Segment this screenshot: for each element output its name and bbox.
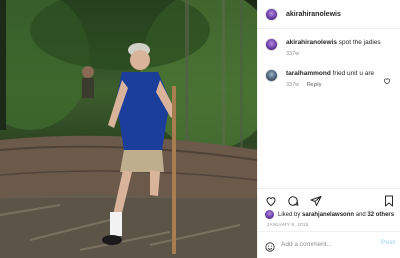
likes-summary: Liked by sarahjanelawsonn and 32 others (265, 210, 394, 219)
comment-2-text: fried unit u are (332, 70, 375, 77)
actions-divider (258, 188, 400, 189)
photo-illustration (0, 0, 257, 258)
add-comment-bar: Post (265, 238, 395, 252)
comment-divider (258, 231, 400, 232)
emoji-icon[interactable] (265, 239, 275, 252)
heart-icon[interactable] (265, 194, 277, 207)
post-header: akirahiranolewis (265, 7, 341, 22)
comment-2-username[interactable]: taralhammond (286, 70, 331, 77)
send-icon[interactable] (310, 194, 322, 206)
comment-1-avatar[interactable] (265, 38, 278, 51)
comment-1-text: spot the jadies (338, 39, 381, 46)
comment-2-like-heart-icon[interactable] (383, 72, 391, 85)
comment-2-time[interactable]: 337w (286, 82, 299, 88)
comment-1: akirahiranolewis spot the jadies 337w (265, 38, 381, 59)
post-comment-button[interactable]: Post (381, 239, 395, 246)
comment-2-avatar[interactable] (265, 69, 278, 82)
author-username[interactable]: akirahiranolewis (286, 11, 341, 18)
likes-user[interactable]: sarahjanelawsonn (302, 212, 354, 218)
likes-prefix: Liked by (278, 211, 301, 218)
header-divider (258, 28, 400, 29)
comment-2-reply-button[interactable]: Reply (307, 82, 322, 88)
add-comment-input[interactable] (281, 240, 371, 248)
post-actions (265, 194, 395, 208)
liker-avatar[interactable] (265, 210, 274, 219)
bookmark-icon[interactable] (383, 194, 395, 207)
comment-2: taralhammond fried unit u are 337w Reply (265, 69, 374, 90)
likes-others[interactable]: 32 others (367, 212, 394, 218)
post-date[interactable]: JANUARY 8, 2015 (267, 222, 309, 227)
post-photo[interactable] (0, 0, 257, 258)
post-details-panel: akirahiranolewis akirahiranolewis spot t… (257, 0, 400, 258)
author-avatar[interactable] (265, 8, 278, 21)
comment-1-time[interactable]: 337w (286, 51, 299, 57)
comment-icon[interactable] (287, 194, 299, 206)
likes-joiner: and (355, 211, 366, 218)
comment-1-username[interactable]: akirahiranolewis (286, 39, 337, 46)
